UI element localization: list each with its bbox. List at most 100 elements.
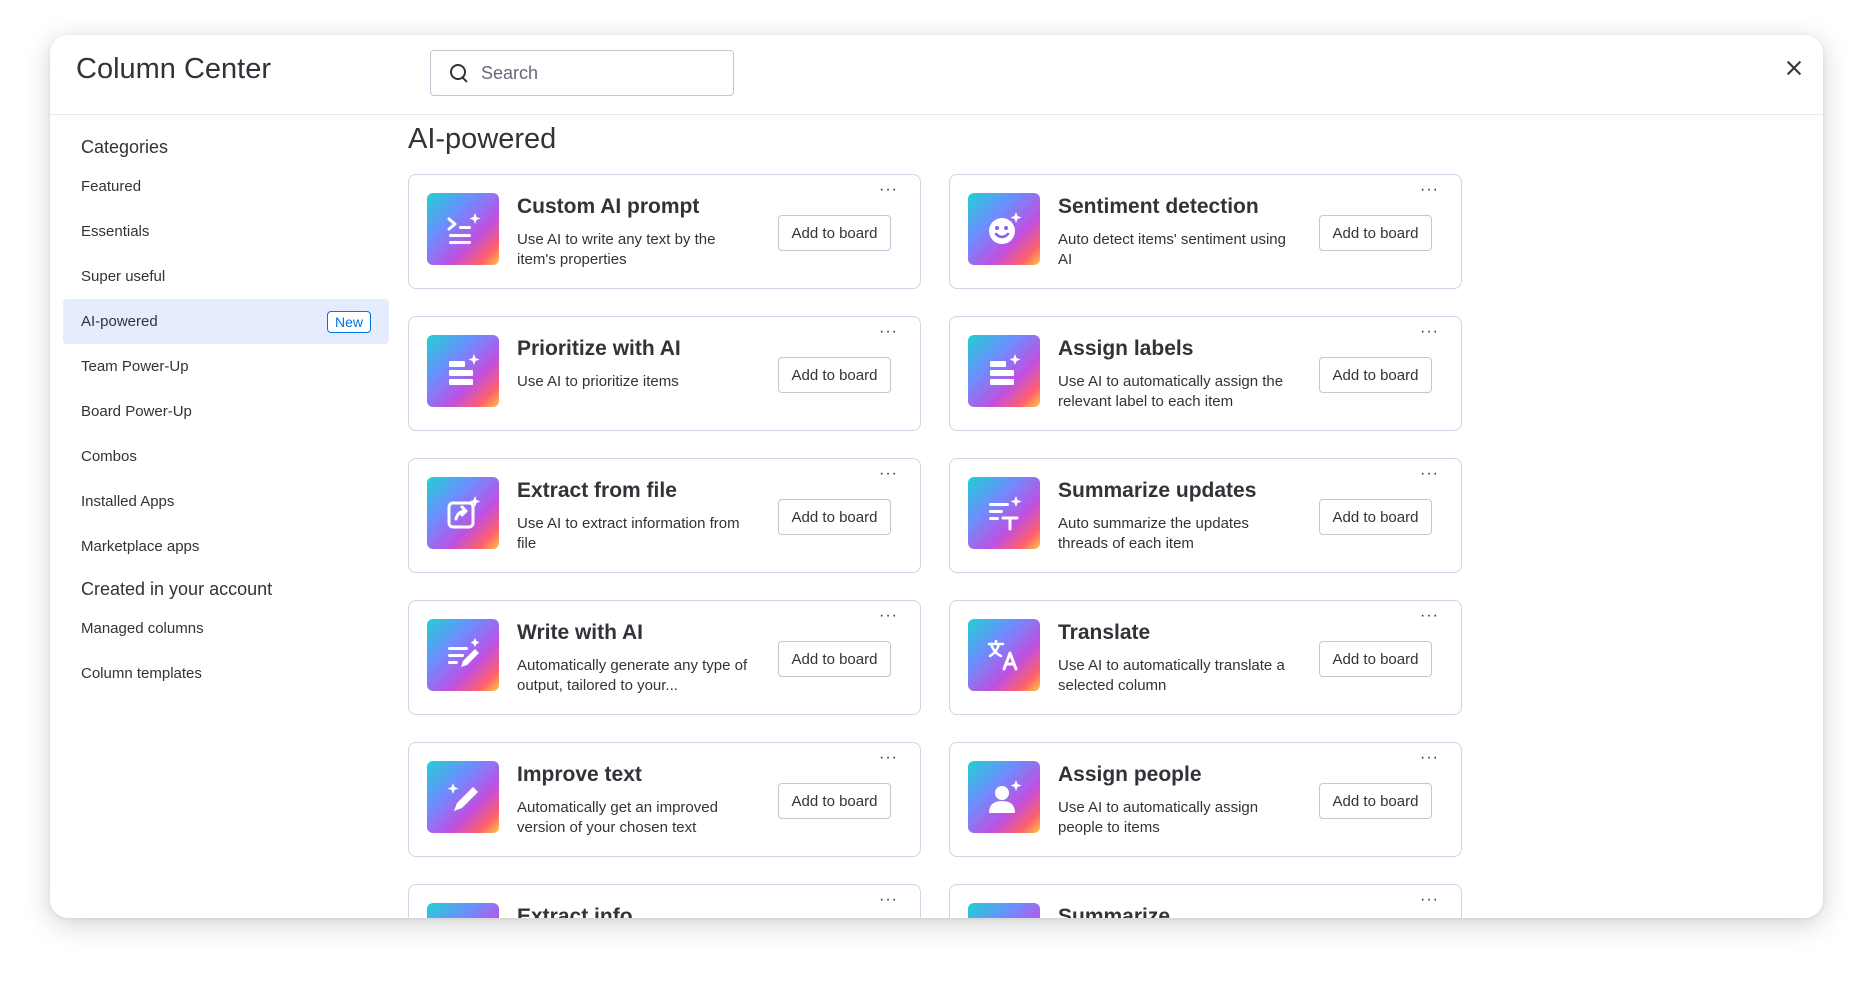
new-badge: New [326,310,371,333]
column-center-modal: Column Center Categories Featured Essenti… [50,35,1823,918]
sidebar-item-combos[interactable]: Combos [63,434,389,479]
sidebar-item-team-power-up[interactable]: Team Power-Up [63,344,389,389]
close-icon[interactable] [1779,53,1809,83]
sidebar-item-marketplace-apps[interactable]: Marketplace apps [63,524,389,569]
column-card-translate[interactable]: Translate Use AI to automatically transla… [949,600,1462,715]
card-title: Translate [1058,621,1151,644]
search-box[interactable] [430,50,734,96]
main-content: AI-powered Custom AI prompt Use AI to wri… [408,115,1823,918]
add-to-board-button[interactable]: Add to board [1319,357,1432,393]
add-to-board-button[interactable]: Add to board [778,357,891,393]
column-card-sentiment-detection[interactable]: Sentiment detection Auto detect items' se… [949,174,1462,289]
label-icon [968,335,1040,407]
section-title: AI-powered [408,123,557,155]
card-title: Extract info [517,905,633,918]
extract-icon [427,903,499,918]
more-options-icon[interactable]: ··· [1420,749,1439,767]
more-options-icon[interactable]: ··· [879,465,898,483]
sidebar-item-label: Column templates [81,665,202,682]
card-title: Prioritize with AI [517,337,681,360]
card-description: Auto detect items' sentiment using AI [1058,231,1286,268]
more-options-icon[interactable]: ··· [879,749,898,767]
sidebar-item-essentials[interactable]: Essentials [63,209,389,254]
column-card-prioritize-with-ai[interactable]: Prioritize with AI Use AI to prioritize i… [408,316,921,431]
person-icon [968,761,1040,833]
column-card-assign-people[interactable]: Assign people Use AI to automatically ass… [949,742,1462,857]
search-icon [449,63,469,83]
add-to-board-button[interactable]: Add to board [778,641,891,677]
sidebar-item-managed-columns[interactable]: Managed columns [63,606,389,651]
sidebar-item-label: Managed columns [81,620,204,637]
card-title: Summarize [1058,905,1171,918]
add-to-board-button[interactable]: Add to board [1319,499,1432,535]
card-title: Summarize updates [1058,479,1257,502]
more-options-icon[interactable]: ··· [879,181,898,199]
summarize-icon [968,477,1040,549]
add-to-board-button[interactable]: Add to board [1319,215,1432,251]
sidebar: Categories Featured Essentials Super usefu… [50,115,390,918]
prompt-icon [427,193,499,265]
add-to-board-button[interactable]: Add to board [778,499,891,535]
column-card-extract-from-file[interactable]: Extract from file Use AI to extract infor… [408,458,921,573]
card-description: Use AI to write any text by the item's p… [517,231,716,268]
add-to-board-button[interactable]: Add to board [1319,783,1432,819]
more-options-icon[interactable]: ··· [1420,465,1439,483]
more-options-icon[interactable]: ··· [879,891,898,909]
more-options-icon[interactable]: ··· [879,607,898,625]
column-card-improve-text[interactable]: Improve text Automatically get an improve… [408,742,921,857]
more-options-icon[interactable]: ··· [1420,323,1439,341]
pencil-icon [427,761,499,833]
sidebar-item-label: Super useful [81,268,166,285]
summarize-icon [968,903,1040,918]
card-title: Extract from file [517,479,677,502]
sidebar-item-label: Essentials [81,223,150,240]
sidebar-item-installed-apps[interactable]: Installed Apps [63,479,389,524]
sidebar-item-label: Marketplace apps [81,538,200,555]
card-title: Custom AI prompt [517,195,700,218]
card-description: Automatically get an improved version of… [517,799,718,836]
file-extract-icon [427,477,499,549]
more-options-icon[interactable]: ··· [879,323,898,341]
sidebar-item-ai-powered[interactable]: AI-powered New [63,299,389,344]
add-to-board-button[interactable]: Add to board [778,783,891,819]
card-description: Use AI to automatically translate a sele… [1058,657,1285,694]
column-card-custom-ai-prompt[interactable]: Custom AI prompt Use AI to write any text… [408,174,921,289]
categories-list: Featured Essentials Super useful AI-powered… [50,164,390,569]
card-description: Use AI to prioritize items [517,373,679,390]
smiley-icon [968,193,1040,265]
card-title: Sentiment detection [1058,195,1259,218]
card-description: Automatically generate any type of outpu… [517,657,748,694]
sidebar-item-featured[interactable]: Featured [63,164,389,209]
sidebar-item-super-useful[interactable]: Super useful [63,254,389,299]
sidebar-item-board-power-up[interactable]: Board Power-Up [63,389,389,434]
column-card-summarize-updates[interactable]: Summarize updates Auto summarize the upda… [949,458,1462,573]
sidebar-item-label: Team Power-Up [81,358,189,375]
sidebar-item-label: Combos [81,448,137,465]
search-input[interactable] [481,62,721,84]
column-card-summarize[interactable]: SummarizeAdd to board··· [949,884,1462,918]
card-description: Auto summarize the updates threads of ea… [1058,515,1249,552]
card-description: Use AI to automatically assign the relev… [1058,373,1284,410]
sidebar-item-column-templates[interactable]: Column templates [63,651,389,696]
sidebar-item-label: Featured [81,178,142,195]
card-description: Use AI to extract information from file [517,515,740,552]
add-to-board-button[interactable]: Add to board [1319,641,1432,677]
sidebar-item-label: Board Power-Up [81,403,192,420]
card-title: Write with AI [517,621,643,644]
created-heading: Created in your account [81,579,273,599]
created-list: Managed columns Column templates [50,606,390,696]
column-card-write-with-ai[interactable]: Write with AI Automatically generate any … [408,600,921,715]
more-options-icon[interactable]: ··· [1420,891,1439,909]
card-description: Use AI to automatically assign people to… [1058,799,1259,836]
card-title: Assign labels [1058,337,1194,360]
more-options-icon[interactable]: ··· [1420,181,1439,199]
write-icon [427,619,499,691]
priority-icon [427,335,499,407]
column-card-assign-labels[interactable]: Assign labels Use AI to automatically ass… [949,316,1462,431]
more-options-icon[interactable]: ··· [1420,607,1439,625]
sidebar-item-label: Installed Apps [81,493,175,510]
translate-icon [968,619,1040,691]
column-card-extract-info[interactable]: Extract infoAdd to board··· [408,884,921,918]
add-to-board-button[interactable]: Add to board [778,215,891,251]
categories-heading: Categories [81,137,169,157]
